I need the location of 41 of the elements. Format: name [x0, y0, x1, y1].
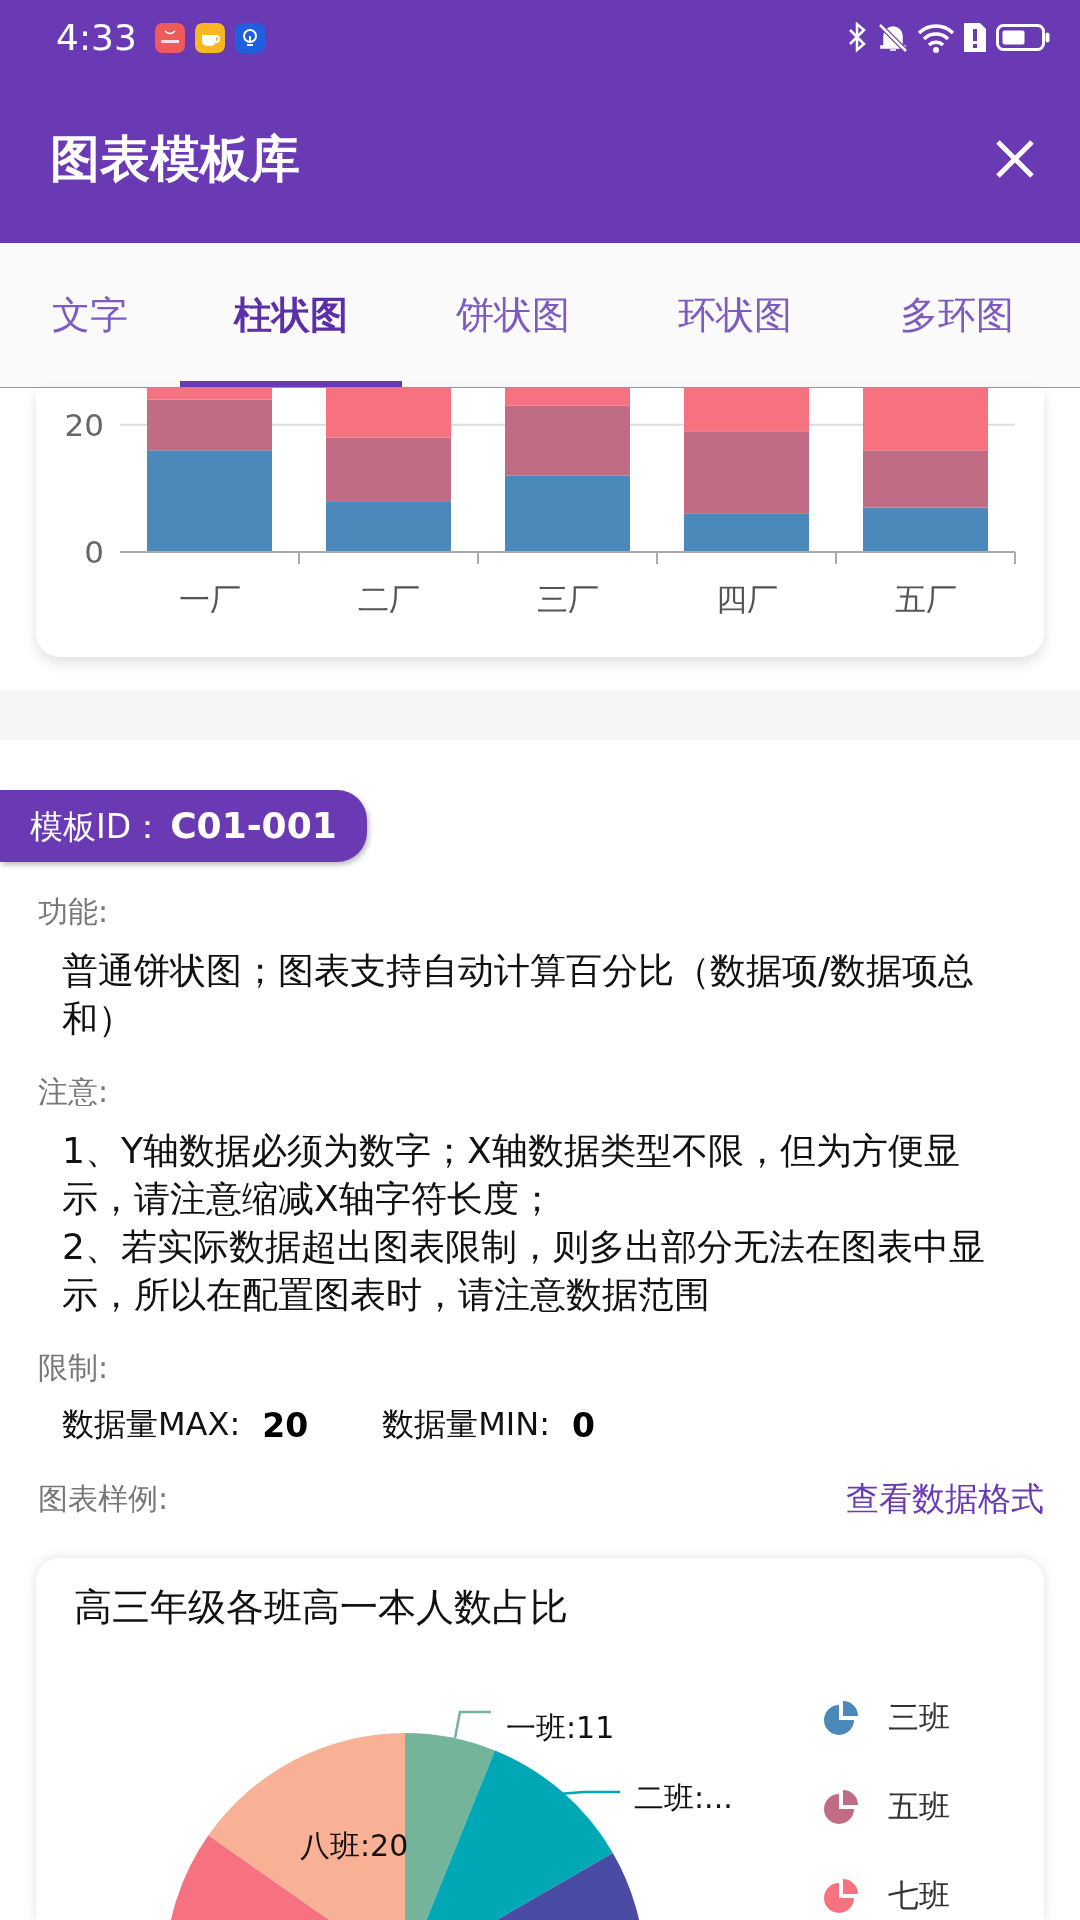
- category-label: 一厂: [178, 581, 241, 617]
- section-label: 限制:: [38, 1349, 110, 1387]
- section-label: 注意:: [38, 1073, 110, 1111]
- cup-icon: [194, 22, 225, 53]
- chart-tab[interactable]: 饼状图: [402, 243, 624, 387]
- category-label: 三厂: [536, 581, 599, 617]
- legend-label: 七班: [888, 1876, 950, 1915]
- category-label: 二厂: [357, 581, 420, 617]
- wifi-icon: [918, 22, 954, 53]
- leader-line: [453, 1710, 491, 1739]
- sim-alert-icon: [964, 23, 986, 52]
- section-label: 功能:: [38, 893, 110, 931]
- chart-tab[interactable]: 多环图: [846, 243, 1068, 387]
- data-format-link[interactable]: 查看数据格式: [846, 1476, 1044, 1522]
- axis-tick-label: 20: [64, 406, 104, 443]
- slice-label: 一班:11: [506, 1710, 615, 1745]
- slice-label: 二班:...: [634, 1780, 733, 1815]
- category-label: 五厂: [894, 581, 957, 617]
- section-label: 图表样例:: [38, 1480, 169, 1518]
- shopping-bag-icon: [154, 22, 185, 53]
- limit-value: 20: [262, 1405, 309, 1445]
- legend-label: 三班: [888, 1698, 950, 1737]
- description-text: 1、Y轴数据必须为数字；X轴数据类型不限，但为方便显示，请注意缩减X轴字符长度；: [62, 1129, 961, 1221]
- page-title: 图表模板库: [50, 128, 301, 190]
- chart-title: 高三年级各班高一本人数占比: [73, 1584, 569, 1631]
- muted-bell-icon: [878, 22, 908, 53]
- description-text: 普通饼状图；图表支持自动计算百分比（数据项/数据项总和）: [62, 949, 976, 1041]
- axis-tick-label: 0: [84, 534, 104, 570]
- template-id-badge: 模板ID：C01-001: [0, 790, 367, 862]
- legend-label: 五班: [888, 1787, 950, 1826]
- bluetooth-icon: [848, 21, 868, 54]
- limit-label: 数据量MAX:: [62, 1404, 241, 1445]
- description-text: 2、若实际数据超出图表限制，则多出部分无法在图表中显示，所以在配置图表时，请注意数据范围: [62, 1225, 986, 1317]
- lightbulb-icon: [234, 22, 265, 53]
- limit-label: 数据量MIN:: [382, 1404, 550, 1445]
- battery-icon: [996, 24, 1050, 51]
- chart-tab[interactable]: 文字: [0, 243, 180, 387]
- category-label: 四厂: [715, 581, 778, 617]
- chart-tab[interactable]: 环状图: [624, 243, 846, 387]
- limit-value: 0: [571, 1405, 595, 1445]
- status-time: 4:33: [56, 17, 137, 58]
